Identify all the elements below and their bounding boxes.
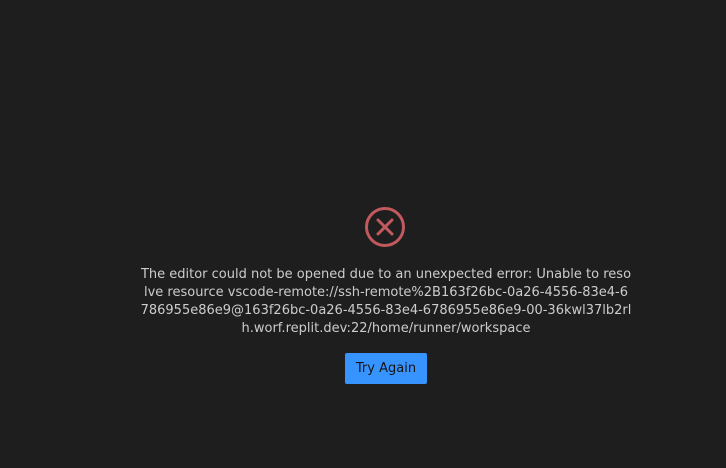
error-circle-x-icon	[365, 207, 405, 247]
editor-error-pane: The editor could not be opened due to an…	[0, 0, 726, 468]
error-message: The editor could not be opened due to an…	[140, 267, 632, 336]
try-again-button[interactable]: Try Again	[345, 353, 427, 384]
